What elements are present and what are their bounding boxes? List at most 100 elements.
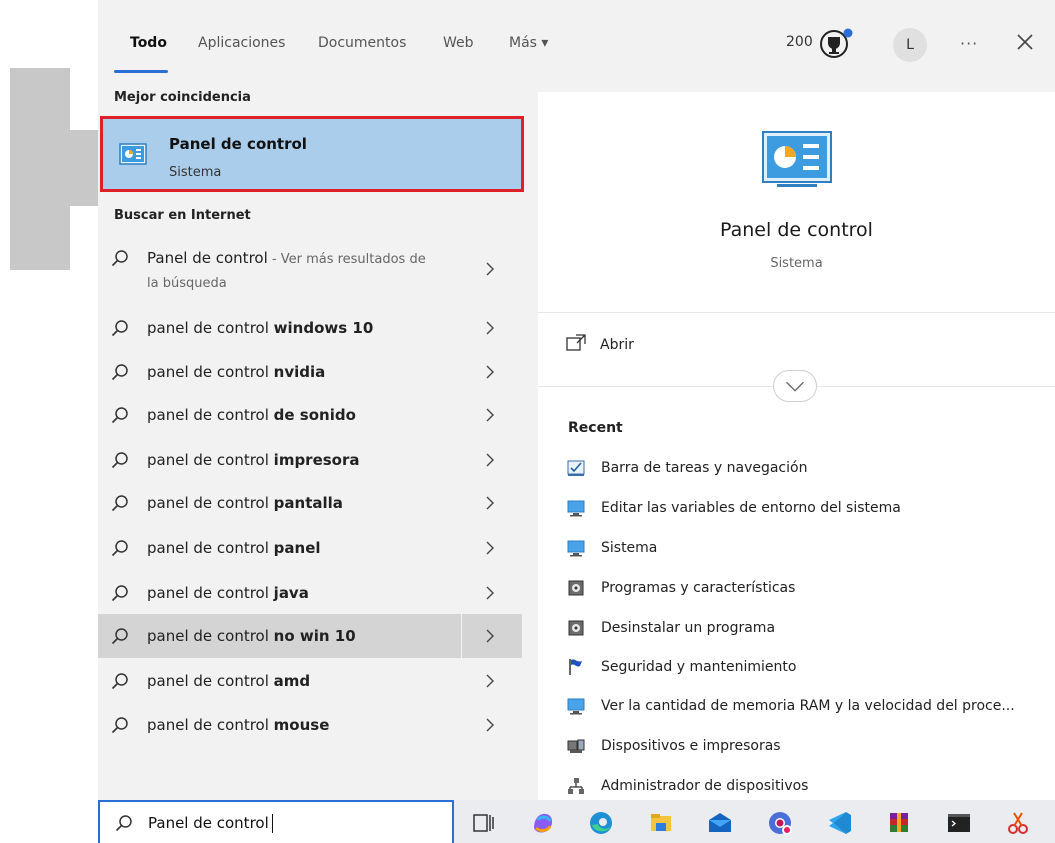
rewards-points[interactable]: 200 xyxy=(786,34,813,50)
recent-item[interactable]: Desinstalar un programa xyxy=(566,618,1046,648)
expand-chevron-icon[interactable] xyxy=(773,370,817,402)
control-panel-icon xyxy=(119,143,147,165)
screen: Todo Aplicaciones Documentos Web Más ▾ 2… xyxy=(0,0,1055,843)
web-result-main[interactable]: Panel de control - Ver más resultados de… xyxy=(98,236,522,306)
user-avatar[interactable]: L xyxy=(893,28,927,62)
suggestion-item[interactable]: panel de control java xyxy=(98,571,522,615)
tab-documentos[interactable]: Documentos xyxy=(318,35,406,51)
control-panel-icon xyxy=(762,131,832,187)
search-input[interactable]: Panel de control xyxy=(148,814,273,833)
tab-aplicaciones[interactable]: Aplicaciones xyxy=(198,35,285,51)
recent-item[interactable]: Editar las variables de entorno del sist… xyxy=(566,498,1046,528)
web-result-subtitle: la búsqueda xyxy=(147,276,227,291)
best-match-title: Panel de control xyxy=(169,135,307,153)
chevron-right-icon xyxy=(486,718,494,732)
winrar-icon[interactable] xyxy=(884,808,914,838)
rewards-trophy-icon[interactable] xyxy=(818,28,854,60)
best-match-label: Mejor coincidencia xyxy=(114,90,251,105)
file-explorer-icon[interactable] xyxy=(646,808,676,838)
web-result-title: Panel de control - Ver más resultados de xyxy=(147,249,426,267)
recent-item[interactable]: Seguridad y mantenimiento xyxy=(566,657,1046,687)
recent-label: Recent xyxy=(568,420,623,436)
recent-item-label: Ver la cantidad de memoria RAM y la velo… xyxy=(601,698,1015,714)
chrome-canary-icon[interactable] xyxy=(765,808,795,838)
recent-item-label: Programas y características xyxy=(601,580,796,596)
recent-item-label: Dispositivos e impresoras xyxy=(601,738,781,754)
search-icon xyxy=(111,673,128,690)
device-manager-icon xyxy=(568,778,584,794)
suggestion-item[interactable]: panel de control impresora xyxy=(98,438,522,482)
recent-item[interactable]: Ver la cantidad de memoria RAM y la velo… xyxy=(566,696,1046,726)
copilot-icon[interactable] xyxy=(528,808,558,838)
taskbar-settings-icon xyxy=(567,460,585,476)
close-icon[interactable] xyxy=(1013,30,1037,54)
terminal-icon[interactable] xyxy=(944,808,974,838)
more-options-button[interactable]: ··· xyxy=(960,34,978,53)
suggestion-item[interactable]: panel de control windows 10 xyxy=(98,306,522,350)
recent-item-label: Seguridad y mantenimiento xyxy=(601,659,797,675)
suggestion-item[interactable]: panel de control amd xyxy=(98,659,522,703)
search-icon xyxy=(115,815,132,832)
search-header: Todo Aplicaciones Documentos Web Más ▾ 2… xyxy=(98,0,1055,87)
search-icon xyxy=(111,540,128,557)
preview-subtitle: Sistema xyxy=(770,256,823,271)
suggestion-item[interactable]: panel de control panel xyxy=(98,526,522,570)
mail-icon[interactable] xyxy=(705,808,735,838)
recent-item-label: Administrador de dispositivos xyxy=(601,778,809,794)
tab-mas[interactable]: Más ▾ xyxy=(509,35,548,51)
web-search-label: Buscar en Internet xyxy=(114,208,251,223)
best-match-result[interactable]: Panel de control Sistema xyxy=(100,116,524,192)
search-icon xyxy=(111,364,128,381)
recent-item[interactable]: Programas y características xyxy=(566,578,1046,608)
recent-item-label: Barra de tareas y navegación xyxy=(601,460,808,476)
recent-item[interactable]: Dispositivos e impresoras xyxy=(566,736,1046,766)
chevron-right-icon xyxy=(486,496,494,510)
preview-pane: Panel de control Sistema Abrir Recent Ba… xyxy=(538,92,1055,843)
chevron-right-icon xyxy=(486,365,494,379)
suggestion-text: panel de control windows 10 xyxy=(147,319,374,337)
recent-item[interactable]: Barra de tareas y navegación xyxy=(566,458,1046,488)
edge-icon[interactable] xyxy=(586,808,616,838)
task-view-icon[interactable] xyxy=(468,808,498,838)
suggestion-item[interactable]: panel de control de sonido xyxy=(98,393,522,437)
chevron-right-icon xyxy=(486,674,494,688)
taskbar-search-box[interactable]: Panel de control xyxy=(98,800,454,843)
suggestion-text: panel de control pantalla xyxy=(147,494,343,512)
search-icon xyxy=(111,628,128,645)
suggestion-item[interactable]: panel de control mouse xyxy=(98,703,522,747)
active-tab-indicator xyxy=(114,70,168,73)
flag-icon xyxy=(569,659,582,675)
monitor-icon xyxy=(567,500,585,517)
search-icon xyxy=(111,250,128,267)
search-icon xyxy=(111,585,128,602)
chevron-right-icon xyxy=(486,262,494,276)
preview-title: Panel de control xyxy=(720,219,873,241)
chevron-right-icon xyxy=(486,321,494,335)
suggestion-item[interactable]: panel de control pantalla xyxy=(98,481,522,525)
recent-item-label: Desinstalar un programa xyxy=(601,620,776,636)
open-external-icon xyxy=(566,334,586,351)
suggestion-text: panel de control nvidia xyxy=(147,363,326,381)
suggestion-item-hovered[interactable]: panel de control no win 10 xyxy=(98,614,522,658)
snipping-tool-icon[interactable] xyxy=(1003,808,1033,838)
background-shape xyxy=(70,130,98,206)
suggestion-text: panel de control impresora xyxy=(147,451,360,469)
suggestion-item[interactable]: panel de control nvidia xyxy=(98,350,522,394)
vscode-icon[interactable] xyxy=(825,808,855,838)
tab-todo[interactable]: Todo xyxy=(130,35,167,51)
recent-item-label: Sistema xyxy=(601,540,658,556)
chevron-right-icon xyxy=(486,408,494,422)
chevron-right-icon xyxy=(486,586,494,600)
search-icon xyxy=(111,495,128,512)
programs-icon xyxy=(568,620,584,636)
chevron-right-icon[interactable] xyxy=(484,628,496,644)
search-icon xyxy=(111,452,128,469)
suggestion-text: panel de control no win 10 xyxy=(147,627,356,645)
recent-item[interactable]: Sistema xyxy=(566,538,1046,568)
tab-web[interactable]: Web xyxy=(443,35,474,51)
background-shape xyxy=(10,68,70,270)
suggestion-text: panel de control mouse xyxy=(147,716,330,734)
search-icon xyxy=(111,407,128,424)
open-action[interactable]: Abrir xyxy=(566,332,1026,362)
search-icon xyxy=(111,717,128,734)
